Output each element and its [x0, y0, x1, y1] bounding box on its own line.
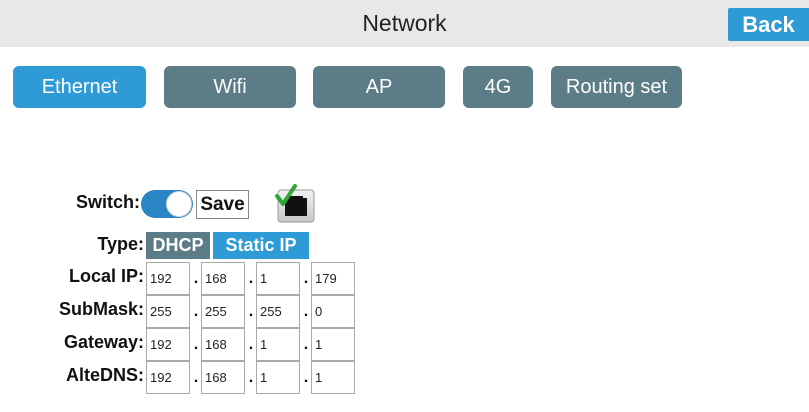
submask-octet-3[interactable]: 255 [256, 295, 300, 328]
ip-separator: . [193, 303, 199, 320]
tab-wifi[interactable]: Wifi [164, 66, 296, 108]
type-label: Type: [97, 234, 144, 254]
type-dhcp-button[interactable]: DHCP [146, 232, 210, 259]
submask-octet-2[interactable]: 255 [201, 295, 245, 328]
ip-separator: . [193, 270, 199, 287]
ip-separator: . [303, 369, 309, 386]
ip-separator: . [248, 369, 254, 386]
page-title: Network [362, 10, 447, 36]
ip-separator: . [193, 369, 199, 386]
submask-octet-1[interactable]: 255 [146, 295, 190, 328]
ip-separator: . [303, 336, 309, 353]
network-connected-icon [275, 184, 317, 224]
submask-octet-4[interactable]: 0 [311, 295, 355, 328]
local-ip-label: Local IP: [68, 266, 144, 286]
ip-separator: . [303, 270, 309, 287]
ip-separator: . [303, 303, 309, 320]
tab-routing-set[interactable]: Routing set [551, 66, 682, 108]
altedns-label: AlteDNS: [65, 365, 144, 385]
ip-separator: . [193, 336, 199, 353]
altedns-octet-1[interactable]: 192 [146, 361, 190, 394]
switch-toggle[interactable] [141, 190, 193, 218]
local-ip-octet-1[interactable]: 192 [146, 262, 190, 295]
gateway-octet-4[interactable]: 1 [311, 328, 355, 361]
gateway-octet-3[interactable]: 1 [256, 328, 300, 361]
back-button[interactable]: Back [728, 8, 809, 41]
tab-4g[interactable]: 4G [463, 66, 533, 108]
altedns-octet-2[interactable]: 168 [201, 361, 245, 394]
local-ip-octet-3[interactable]: 1 [256, 262, 300, 295]
tab-ethernet[interactable]: Ethernet [13, 66, 146, 108]
gateway-octet-2[interactable]: 168 [201, 328, 245, 361]
switch-label: Switch: [75, 192, 140, 212]
gateway-octet-1[interactable]: 192 [146, 328, 190, 361]
tab-ap[interactable]: AP [313, 66, 445, 108]
altedns-octet-4[interactable]: 1 [311, 361, 355, 394]
ip-separator: . [248, 303, 254, 320]
local-ip-octet-2[interactable]: 168 [201, 262, 245, 295]
save-button[interactable]: Save [196, 190, 249, 219]
local-ip-octet-4[interactable]: 179 [311, 262, 355, 295]
ip-separator: . [248, 270, 254, 287]
submask-label: SubMask: [58, 299, 144, 319]
type-static-ip-button[interactable]: Static IP [213, 232, 309, 259]
toggle-knob [166, 191, 192, 217]
ip-separator: . [248, 336, 254, 353]
altedns-octet-3[interactable]: 1 [256, 361, 300, 394]
gateway-label: Gateway: [63, 332, 144, 352]
